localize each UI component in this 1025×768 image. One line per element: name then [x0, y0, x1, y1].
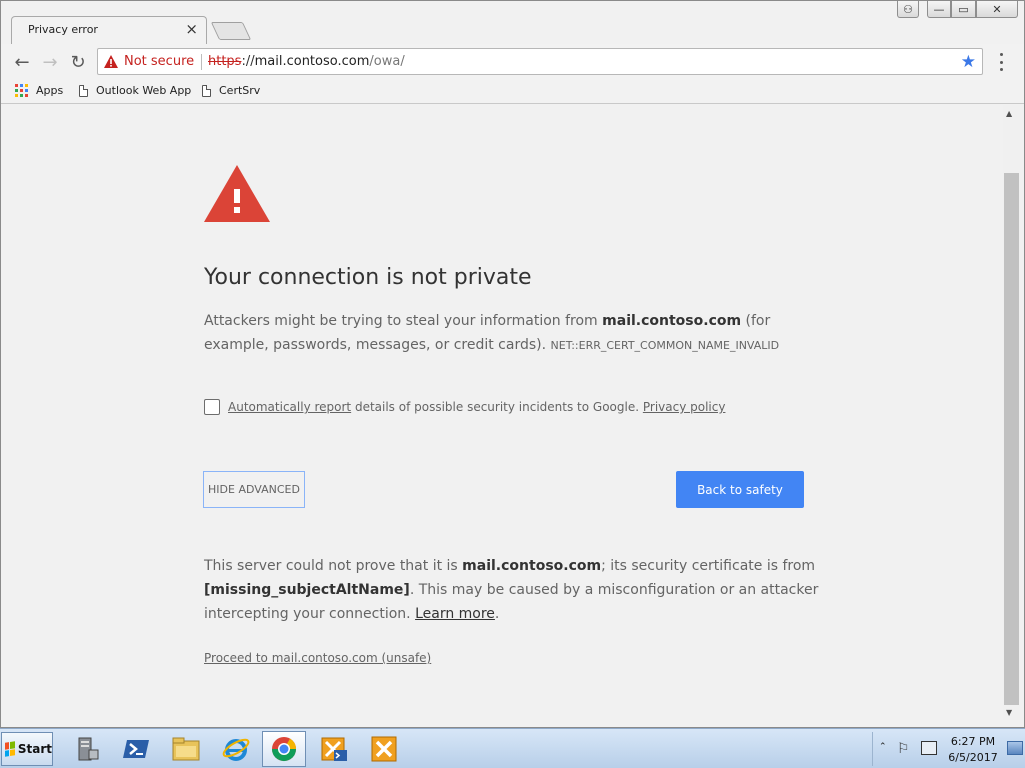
interstitial-page: Your connection is not private Attackers… [4, 105, 1003, 720]
url-path: /owa/ [369, 54, 405, 69]
back-to-safety-button[interactable]: Back to safety [676, 471, 804, 508]
exchange-toolbox-icon[interactable] [362, 731, 406, 767]
maximize-button[interactable]: ▭ [951, 1, 976, 18]
tab-close-icon[interactable]: × [185, 20, 198, 38]
powershell-icon[interactable] [114, 731, 158, 767]
omnibox-divider [201, 54, 202, 70]
details-host: mail.contoso.com [462, 558, 602, 574]
vertical-scrollbar[interactable]: ▲ ▼ [1003, 105, 1020, 720]
bookmark-star-icon[interactable]: ★ [961, 52, 976, 72]
learn-more-link[interactable]: Learn more [415, 606, 495, 622]
server-manager-icon[interactable] [64, 731, 108, 767]
exchange-shell-icon[interactable] [312, 731, 356, 767]
browser-window: Privacy error × ⚇ — ▭ ✕ ← → ↻ Not secure… [0, 0, 1025, 728]
address-bar[interactable]: Not secure https://mail.contoso.com/owa/… [97, 48, 983, 75]
action-center-flag-icon[interactable]: ⚐ [897, 741, 910, 757]
tab-privacy-error[interactable]: Privacy error × [11, 16, 207, 44]
security-chip-label[interactable]: Not secure [124, 54, 194, 69]
automatically-report-link[interactable]: Automatically report [228, 400, 351, 414]
reload-icon[interactable]: ↻ [67, 51, 89, 73]
minimize-button[interactable]: — [927, 1, 951, 18]
system-clock[interactable]: 6:27 PM 6/5/2017 [945, 734, 1001, 766]
bookmarks-bar: Apps Outlook Web App CertSrv [1, 80, 1024, 104]
bookmark-label: CertSrv [219, 84, 261, 97]
user-profile-button[interactable]: ⚇ [897, 1, 919, 18]
tab-title: Privacy error [28, 23, 98, 36]
scroll-up-arrow-icon[interactable]: ▲ [1006, 109, 1012, 118]
close-window-button[interactable]: ✕ [976, 1, 1018, 18]
windows-taskbar: Start ⌃ ⚐ 6:27 PM 6/5/2017 [0, 728, 1025, 768]
report-line: Automatically report details of possible… [228, 400, 725, 414]
scroll-down-arrow-icon[interactable]: ▼ [1006, 708, 1012, 717]
desc-text: Attackers might be trying to steal your … [204, 313, 603, 329]
desc-host: mail.contoso.com [602, 313, 742, 329]
start-button[interactable]: Start [1, 732, 53, 766]
details-period: . [494, 606, 500, 622]
start-label: Start [17, 742, 52, 756]
show-hidden-icons-icon[interactable]: ⌃ [879, 742, 887, 752]
report-text: details of possible security incidents t… [351, 400, 643, 414]
system-tray: ⌃ ⚐ 6:27 PM 6/5/2017 [872, 732, 1025, 766]
bookmark-outlook-web-app[interactable]: Outlook Web App [79, 84, 191, 97]
page-title: Your connection is not private [204, 265, 532, 290]
page-icon [202, 84, 211, 97]
apps-grid-icon [15, 84, 28, 97]
scrollbar-thumb[interactable] [1004, 173, 1019, 705]
main-message: Attackers might be trying to steal your … [204, 309, 824, 358]
details-text-mid: ; its security certificate is from [601, 558, 816, 574]
url-separator: :// [241, 54, 255, 69]
network-icon[interactable] [921, 741, 937, 755]
clock-date: 6/5/2017 [948, 751, 998, 764]
advanced-details: This server could not prove that it is m… [204, 554, 824, 626]
tab-strip: Privacy error × ⚇ — ▭ ✕ [1, 1, 1024, 44]
warning-triangle-icon[interactable] [104, 55, 118, 68]
back-arrow-icon[interactable]: ← [11, 51, 33, 73]
url-text[interactable]: https://mail.contoso.com/owa/ [208, 54, 405, 69]
bookmark-certsrv[interactable]: CertSrv [202, 84, 260, 97]
proceed-unsafe-link[interactable]: Proceed to mail.contoso.com (unsafe) [204, 651, 431, 665]
error-code: NET::ERR_CERT_COMMON_NAME_INVALID [550, 339, 780, 352]
bookmark-label: Apps [36, 84, 64, 97]
report-checkbox[interactable] [204, 399, 220, 415]
url-host: mail.contoso.com [254, 54, 370, 69]
browser-menu-icon[interactable] [993, 53, 1009, 71]
clock-time: 6:27 PM [950, 735, 996, 748]
browser-toolbar: ← → ↻ Not secure https://mail.contoso.co… [1, 44, 1024, 80]
new-tab-button[interactable] [210, 22, 252, 40]
bookmark-apps[interactable]: Apps [15, 84, 63, 97]
hide-advanced-button[interactable]: HIDE ADVANCED [203, 471, 305, 508]
internet-explorer-icon[interactable] [214, 731, 258, 767]
large-warning-icon [204, 165, 270, 222]
chrome-icon[interactable] [262, 731, 306, 767]
page-icon [79, 84, 88, 97]
url-scheme: https [208, 54, 242, 69]
details-issuer: [missing_subjectAltName] [204, 582, 410, 598]
bookmark-label: Outlook Web App [96, 84, 192, 97]
windows-flag-icon [5, 741, 15, 757]
forward-arrow-icon[interactable]: → [39, 51, 61, 73]
show-desktop-icon[interactable] [1007, 741, 1023, 755]
file-explorer-icon[interactable] [164, 731, 208, 767]
details-text: This server could not prove that it is [204, 558, 463, 574]
privacy-policy-link[interactable]: Privacy policy [643, 400, 726, 414]
